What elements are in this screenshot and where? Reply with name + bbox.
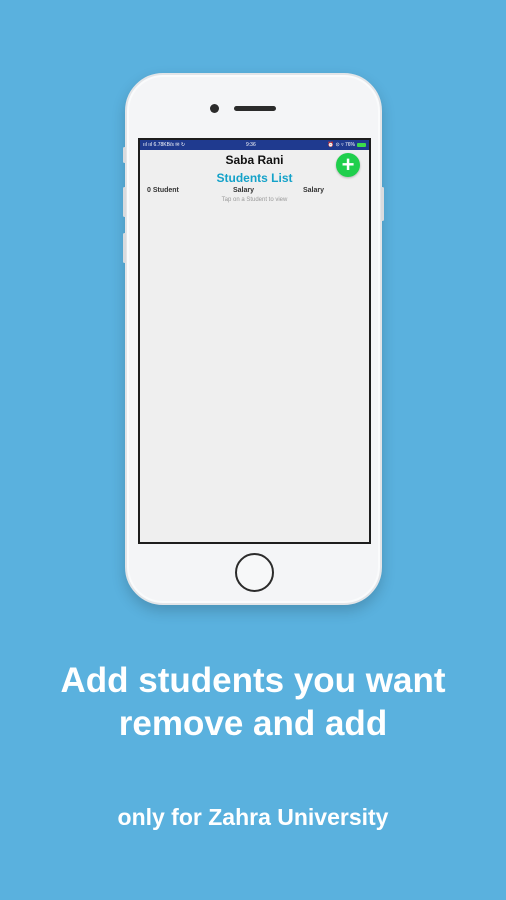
salary-header: Salary [233,187,255,194]
app-header: Saba Rani Students List + [140,150,369,186]
headline-line-2: remove and add [118,704,388,743]
empty-hint: Tap on a Student to view [221,197,288,203]
headline-line-1: Add students you want [60,661,446,700]
student-count-header: 0 Student [147,187,179,194]
add-student-button[interactable]: + [336,153,360,177]
status-time: 9:36 [246,142,256,148]
status-bar: ııl ııl 6.78KB/s ✉ ↻ 9:36 ⏰ ⊙ ▿ 76% [140,140,369,150]
home-button[interactable] [235,553,274,592]
front-camera [210,104,219,113]
earpiece-speaker [234,106,276,111]
app-screen: ııl ııl 6.78KB/s ✉ ↻ 9:36 ⏰ ⊙ ▿ 76% Saba… [138,138,371,544]
promo-subline: only for Zahra University [117,804,389,830]
phone-side-button [123,147,126,163]
promo-headline: Add students you want remove and add [0,659,506,745]
user-name: Saba Rani [225,153,284,167]
page-title: Students List [216,171,293,185]
status-right: ⏰ ⊙ ▿ 76% [327,142,355,148]
phone-volume-down [123,233,126,263]
salary-header-2: Salary [303,187,325,194]
battery-icon [357,143,366,147]
plus-icon: + [341,152,355,177]
phone-volume-up [123,187,126,217]
status-left: ııl ııl 6.78KB/s ✉ ↻ [143,142,186,148]
phone-mockup: ııl ııl 6.78KB/s ✉ ↻ 9:36 ⏰ ⊙ ▿ 76% Saba… [123,73,384,605]
column-headers: 0 Student Salary Salary [140,186,369,196]
phone-power-button [381,187,384,221]
